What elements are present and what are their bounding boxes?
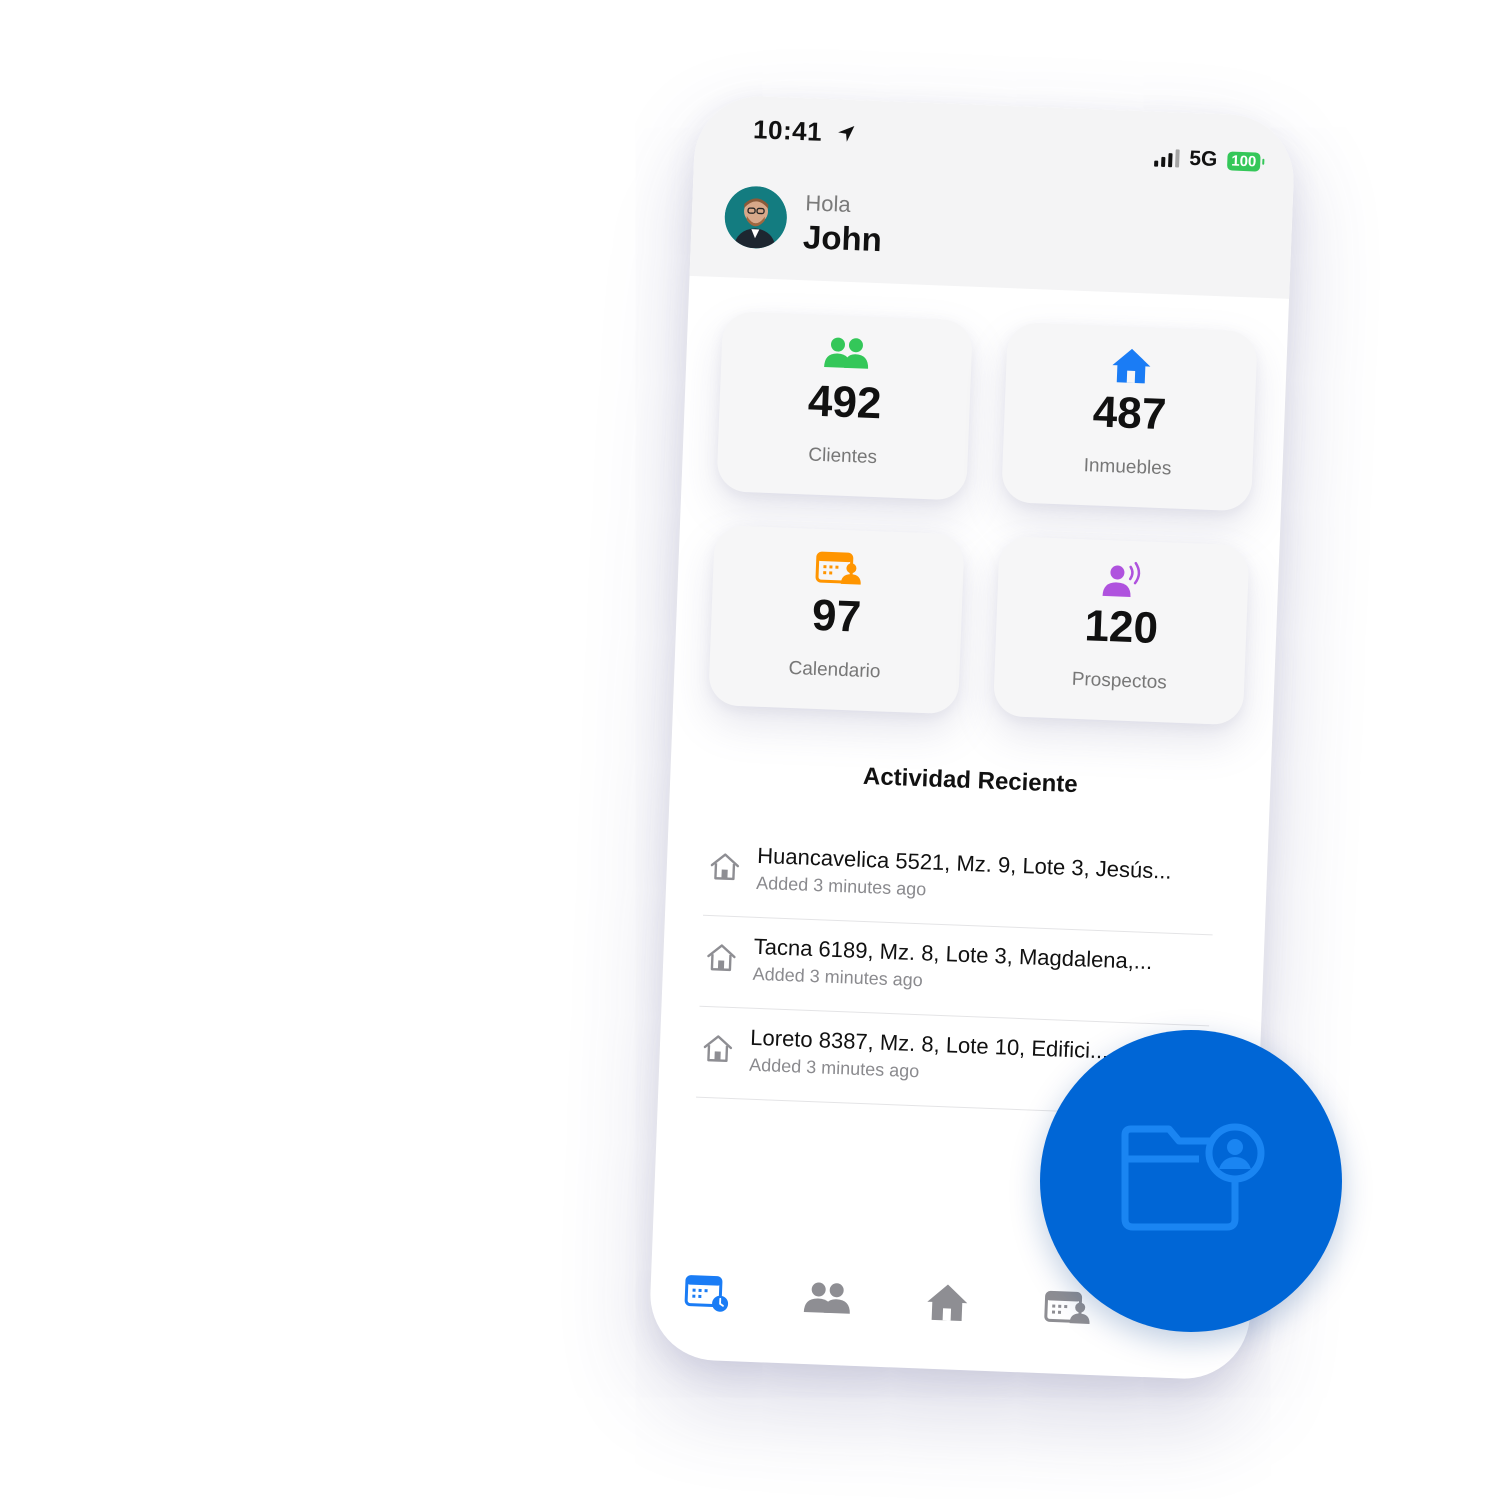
activity-item-subtitle: Added 3 minutes ago xyxy=(748,1054,920,1082)
network-type: 5G xyxy=(1188,146,1218,171)
house-icon xyxy=(1006,342,1257,392)
tab-inmuebles[interactable] xyxy=(921,1279,973,1331)
greeting-text: Hola xyxy=(804,190,852,217)
calendar-person-icon xyxy=(713,545,964,595)
tab-calendario[interactable] xyxy=(1041,1283,1093,1335)
location-arrow-icon xyxy=(835,119,856,151)
activity-item-subtitle: Added 3 minutes ago xyxy=(752,963,924,991)
tab-agenda[interactable] xyxy=(681,1269,733,1321)
clientes-count: 492 xyxy=(807,376,883,429)
status-right: 5G 100 xyxy=(1154,146,1261,174)
status-time: 10:41 xyxy=(753,114,857,151)
stat-card-clientes[interactable]: 492 Clientes xyxy=(716,311,973,501)
recent-activity-title: Actividad Reciente xyxy=(862,762,1079,799)
avatar[interactable] xyxy=(723,185,788,250)
people-icon xyxy=(721,331,972,381)
house-outline-icon xyxy=(701,1033,734,1069)
person-wave-icon xyxy=(997,556,1248,606)
stat-card-prospectos[interactable]: 120 Prospectos xyxy=(992,535,1250,726)
calendario-count: 97 xyxy=(811,590,862,642)
stat-card-inmuebles[interactable]: 487 Inmuebles xyxy=(1001,322,1258,512)
activity-item-subtitle: Added 3 minutes ago xyxy=(755,872,927,900)
folder-person-icon xyxy=(1111,1119,1271,1244)
prospectos-label: Prospectos xyxy=(1071,668,1168,694)
status-time-text: 10:41 xyxy=(752,114,823,147)
folder-person-button[interactable] xyxy=(1040,1030,1342,1332)
calendario-label: Calendario xyxy=(788,657,881,683)
calendar-clock-icon xyxy=(684,1272,732,1319)
tab-clientes[interactable] xyxy=(801,1274,853,1326)
house-outline-icon xyxy=(708,851,741,887)
house-icon xyxy=(924,1281,970,1328)
user-name: John xyxy=(802,218,883,259)
stage: 10:41 5G 100 Hola John 492 Clientes 487 … xyxy=(0,0,1500,1499)
inmuebles-count: 487 xyxy=(1091,387,1168,440)
people-icon xyxy=(802,1279,853,1320)
battery-indicator: 100 xyxy=(1226,150,1261,172)
prospectos-count: 120 xyxy=(1083,601,1159,654)
signal-icon xyxy=(1154,149,1180,168)
calendar-person-icon xyxy=(1043,1288,1091,1331)
house-outline-icon xyxy=(705,942,738,978)
header-area: 10:41 5G 100 Hola John xyxy=(689,93,1297,299)
inmuebles-label: Inmuebles xyxy=(1083,455,1172,480)
stat-card-calendario[interactable]: 97 Calendario xyxy=(708,524,965,715)
clientes-label: Clientes xyxy=(807,444,878,469)
